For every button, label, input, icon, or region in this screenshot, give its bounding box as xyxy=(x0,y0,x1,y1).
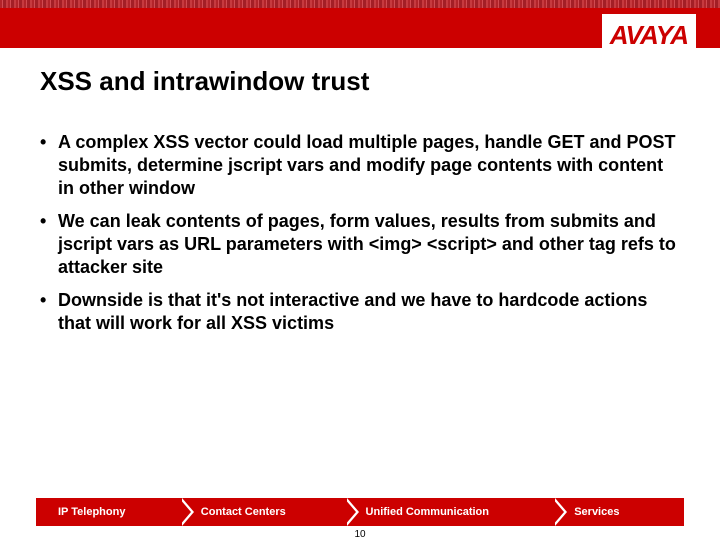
bullet-list: A complex XSS vector could load multiple… xyxy=(40,131,684,335)
footer-nav: IP Telephony Contact Centers Unified Com… xyxy=(0,498,720,526)
footer-segment-ip-telephony: IP Telephony xyxy=(36,498,179,526)
header-bar: AVAYA xyxy=(0,8,720,45)
bullet-item: We can leak contents of pages, form valu… xyxy=(40,210,684,279)
slide-content: XSS and intrawindow trust A complex XSS … xyxy=(0,48,720,335)
header-texture xyxy=(0,0,720,8)
footer-segment-unified-communication: Unified Communication xyxy=(344,498,553,526)
bullet-item: A complex XSS vector could load multiple… xyxy=(40,131,684,200)
brand-logo: AVAYA xyxy=(602,14,696,54)
bullet-item: Downside is that it's not interactive an… xyxy=(40,289,684,335)
slide-title: XSS and intrawindow trust xyxy=(40,66,684,97)
brand-logo-text: AVAYA xyxy=(610,20,688,51)
page-number: 10 xyxy=(354,529,365,540)
footer-segment-contact-centers: Contact Centers xyxy=(179,498,344,526)
footer-segment-services: Services xyxy=(552,498,684,526)
header-band: AVAYA xyxy=(0,0,720,48)
